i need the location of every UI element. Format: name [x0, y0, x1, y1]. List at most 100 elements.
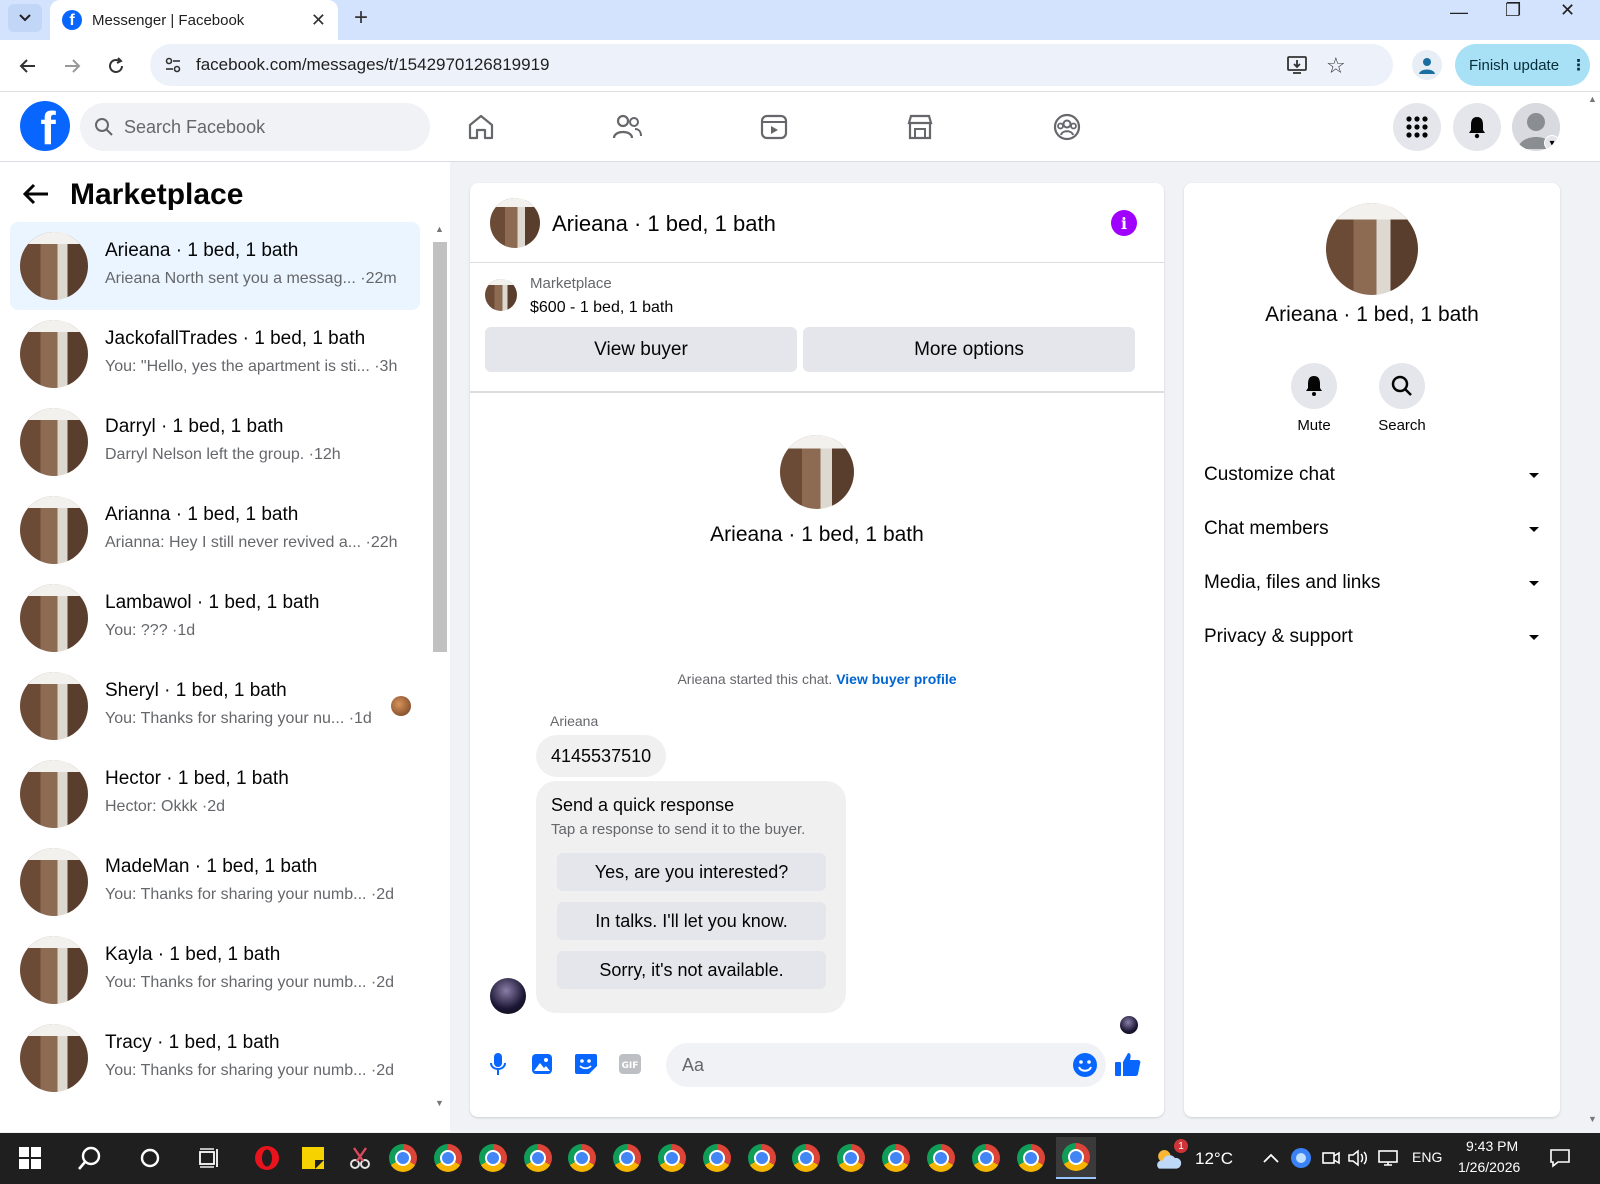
thumbs-up-icon[interactable]	[1113, 1049, 1143, 1079]
chrome-window-icon[interactable]	[1016, 1143, 1046, 1173]
details-avatar[interactable]	[1326, 203, 1418, 295]
conversation-scrollbar[interactable]: ▲ ▼	[431, 222, 449, 1112]
chrome-window-icon[interactable]	[657, 1143, 687, 1173]
scroll-up-icon[interactable]: ▲	[435, 224, 444, 234]
facebook-search-input[interactable]: Search Facebook	[80, 103, 430, 151]
new-tab-button[interactable]: +	[354, 4, 368, 32]
url-text[interactable]: facebook.com/messages/t/1542970126819919	[196, 55, 549, 75]
chrome-window-icon[interactable]	[971, 1143, 1001, 1173]
chrome-window-icon[interactable]	[567, 1143, 597, 1173]
media-files-links-section[interactable]: Media, files and links	[1204, 563, 1540, 603]
scroll-up-icon[interactable]: ▲	[1588, 94, 1597, 104]
sticky-notes-icon[interactable]	[298, 1143, 328, 1173]
chat-title[interactable]: Arieana · 1 bed, 1 bath	[552, 211, 776, 237]
conversation-row[interactable]: Hector · 1 bed, 1 bath Hector: Okkk ·2d	[10, 750, 420, 838]
clock-date[interactable]: 1/26/2026	[1458, 1159, 1520, 1175]
gif-icon[interactable]: GIF	[617, 1051, 643, 1077]
customize-chat-section[interactable]: Customize chat	[1204, 455, 1540, 495]
chat-members-section[interactable]: Chat members	[1204, 509, 1540, 549]
chrome-window-icon[interactable]	[926, 1143, 956, 1173]
groups-icon[interactable]	[1047, 107, 1087, 147]
search-icon[interactable]	[75, 1143, 105, 1173]
chrome-window-icon[interactable]	[433, 1143, 463, 1173]
sticker-icon[interactable]	[573, 1051, 599, 1077]
task-view-icon[interactable]	[194, 1143, 224, 1173]
listing-thumbnail[interactable]	[485, 279, 517, 311]
emoji-icon[interactable]	[1072, 1052, 1098, 1083]
listing-price[interactable]: $600 - 1 bed, 1 bath	[530, 299, 673, 317]
finish-update-button[interactable]: Finish update ⋮	[1455, 44, 1590, 86]
language-indicator[interactable]: ENG	[1412, 1149, 1442, 1165]
notifications-button[interactable]	[1453, 103, 1501, 151]
chat-intro-avatar[interactable]	[780, 435, 854, 509]
tab-search-dropdown[interactable]	[8, 4, 42, 32]
view-buyer-button[interactable]: View buyer	[485, 327, 797, 372]
privacy-support-section[interactable]: Privacy & support	[1204, 617, 1540, 657]
message-input[interactable]: Aa	[666, 1043, 1106, 1087]
video-icon[interactable]	[754, 107, 794, 147]
chrome-window-icon[interactable]	[791, 1143, 821, 1173]
facebook-logo-icon[interactable]: f	[20, 101, 70, 151]
quick-response-in-talks[interactable]: In talks. I'll let you know.	[557, 902, 826, 940]
meet-now-icon[interactable]	[1316, 1143, 1346, 1173]
conversation-row[interactable]: Darryl · 1 bed, 1 bath Darryl Nelson left…	[10, 398, 420, 486]
forward-button[interactable]	[56, 50, 88, 82]
cortana-icon[interactable]	[135, 1143, 165, 1173]
chat-avatar[interactable]	[490, 198, 540, 248]
chrome-window-icon[interactable]	[702, 1143, 732, 1173]
conversation-row[interactable]: Arianna · 1 bed, 1 bath Arianna: Hey I st…	[10, 486, 420, 574]
reload-button[interactable]	[100, 50, 132, 82]
volume-icon[interactable]	[1343, 1143, 1373, 1173]
chrome-window-icon[interactable]	[747, 1143, 777, 1173]
scroll-down-icon[interactable]: ▼	[1588, 1114, 1597, 1124]
windows-start-icon[interactable]	[15, 1143, 45, 1173]
more-options-button[interactable]: More options	[803, 327, 1135, 372]
quick-response-not-available[interactable]: Sorry, it's not available.	[557, 951, 826, 989]
back-button[interactable]	[12, 50, 44, 82]
conversation-row[interactable]: MadeMan · 1 bed, 1 bath You: Thanks for s…	[10, 838, 420, 926]
chrome-window-icon[interactable]	[881, 1143, 911, 1173]
chrome-window-icon[interactable]	[478, 1143, 508, 1173]
clock-time[interactable]: 9:43 PM	[1466, 1138, 1518, 1154]
chrome-window-icon[interactable]	[523, 1143, 553, 1173]
mute-button[interactable]: Mute	[1274, 363, 1354, 434]
browser-profile-icon[interactable]	[1412, 50, 1442, 80]
address-bar[interactable]: facebook.com/messages/t/1542970126819919…	[150, 44, 1393, 86]
weather-icon[interactable]: 1	[1152, 1139, 1188, 1173]
sender-avatar[interactable]	[490, 978, 526, 1014]
conversation-row[interactable]: Kayla · 1 bed, 1 bath You: Thanks for sha…	[10, 926, 420, 1014]
view-buyer-profile-link[interactable]: View buyer profile	[836, 671, 956, 687]
close-tab-icon[interactable]: ✕	[311, 10, 326, 31]
home-icon[interactable]	[461, 107, 501, 147]
notification-center-icon[interactable]	[1545, 1143, 1575, 1173]
conversation-row[interactable]: Lambawol · 1 bed, 1 bath You: ??? ·1d	[10, 574, 420, 662]
kebab-menu-icon[interactable]: ⋮	[1571, 56, 1586, 74]
scroll-down-icon[interactable]: ▼	[435, 1098, 444, 1108]
network-icon[interactable]	[1373, 1143, 1403, 1173]
site-settings-icon[interactable]	[164, 56, 182, 79]
back-arrow-icon[interactable]	[22, 182, 50, 211]
marketplace-icon[interactable]	[900, 107, 940, 147]
install-app-icon[interactable]	[1286, 54, 1308, 81]
menu-grid-button[interactable]	[1393, 103, 1441, 151]
chrome-window-icon[interactable]	[1056, 1137, 1096, 1179]
search-conversation-button[interactable]: Search	[1362, 363, 1442, 434]
info-icon[interactable]: i	[1111, 210, 1137, 236]
conversation-row[interactable]: Sheryl · 1 bed, 1 bath You: Thanks for sh…	[10, 662, 420, 750]
chrome-window-icon[interactable]	[836, 1143, 866, 1173]
browser-tab-messenger[interactable]: f Messenger | Facebook ✕	[50, 0, 338, 40]
minimize-icon[interactable]: —	[1450, 2, 1468, 22]
microphone-icon[interactable]	[485, 1051, 511, 1077]
app-tray-icon[interactable]	[1286, 1143, 1316, 1173]
conversation-row[interactable]: Tracy · 1 bed, 1 bath You: Thanks for sha…	[10, 1014, 420, 1102]
conversation-row[interactable]: JackofallTrades · 1 bed, 1 bath You: "Hel…	[10, 310, 420, 398]
chevron-up-icon[interactable]	[1256, 1143, 1286, 1173]
chrome-window-icon[interactable]	[612, 1143, 642, 1173]
bookmark-star-icon[interactable]: ☆	[1326, 53, 1346, 79]
snipping-tool-icon[interactable]	[345, 1143, 375, 1173]
account-avatar-button[interactable]: ▾	[1512, 103, 1560, 151]
quick-response-yes[interactable]: Yes, are you interested?	[557, 853, 826, 891]
page-scrollbar[interactable]: ▲ ▼	[1585, 92, 1600, 1132]
message-bubble[interactable]: 4145537510	[536, 735, 667, 777]
bell-icon[interactable]	[1291, 363, 1337, 409]
